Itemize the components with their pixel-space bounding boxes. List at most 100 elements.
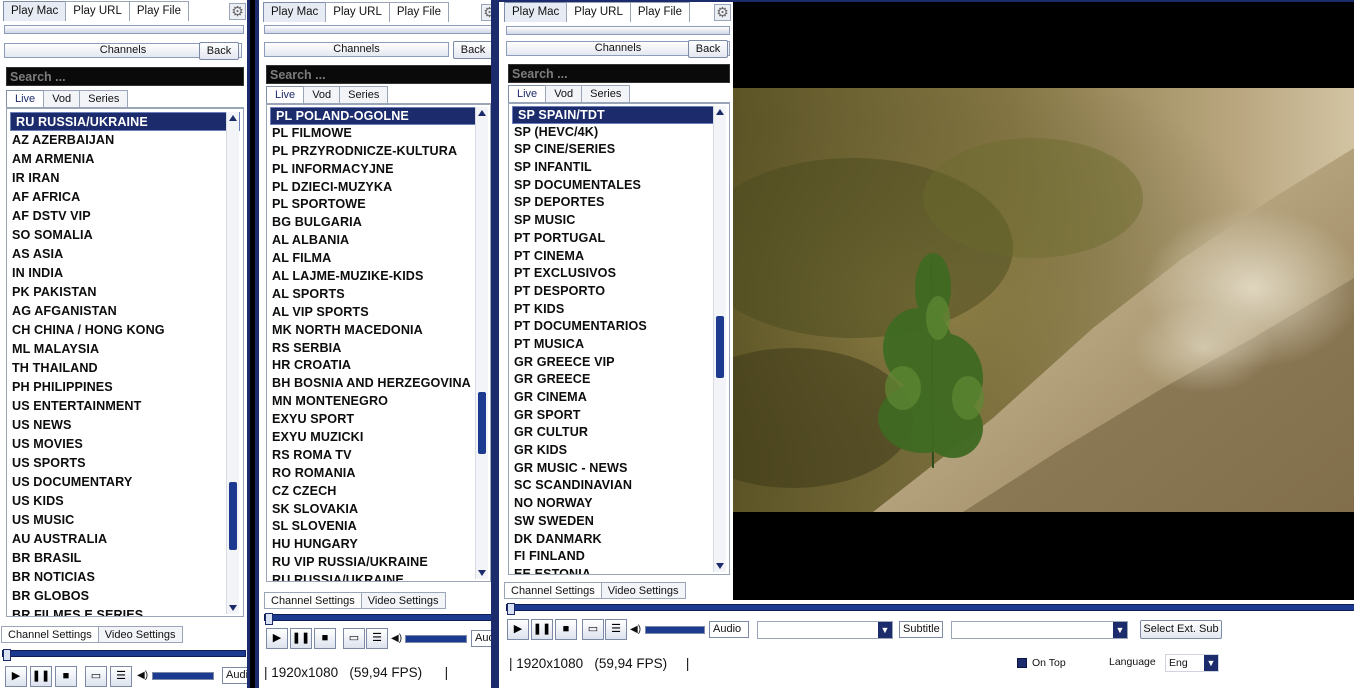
- list-item[interactable]: PT DOCUMENTARIOS: [509, 318, 729, 336]
- pause-icon[interactable]: ❚❚: [30, 666, 52, 687]
- list-item[interactable]: PL DZIECI-MUZYKA: [267, 179, 490, 197]
- channels-button[interactable]: Channels: [264, 42, 449, 57]
- scroll-down-icon[interactable]: [478, 570, 486, 576]
- scroll-thumb[interactable]: [229, 482, 237, 550]
- tab-video-settings[interactable]: Video Settings: [97, 626, 183, 643]
- scroll-down-icon[interactable]: [229, 605, 237, 611]
- scroll-thumb[interactable]: [478, 392, 486, 454]
- list-item[interactable]: GR KIDS: [509, 442, 729, 460]
- screen-icon[interactable]: ▭: [85, 666, 107, 687]
- list-item[interactable]: GR MUSIC - NEWS: [509, 460, 729, 478]
- tab-play-url[interactable]: Play URL: [566, 2, 631, 22]
- list-item[interactable]: RU RUSSIA/UKRAINE: [267, 572, 490, 581]
- tab-play-mac[interactable]: Play Mac: [3, 1, 67, 21]
- list-item[interactable]: HU HUNGARY: [267, 536, 490, 554]
- list-item[interactable]: RU VIP RUSSIA/UKRAINE: [267, 554, 490, 572]
- list-item[interactable]: AF DSTV VIP: [7, 207, 243, 226]
- tab-live[interactable]: Live: [266, 86, 305, 103]
- list-item-selected[interactable]: RU RUSSIA/UKRAINE: [10, 112, 240, 131]
- list-item[interactable]: PT KIDS: [509, 301, 729, 319]
- play-icon[interactable]: ▶: [266, 628, 288, 649]
- list-item[interactable]: RO ROMANIA: [267, 465, 490, 483]
- list-item[interactable]: BH BOSNIA AND HERZEGOVINA: [267, 375, 490, 393]
- list-item[interactable]: NO NORWAY: [509, 495, 729, 513]
- seek-bar[interactable]: [506, 603, 1354, 615]
- scroll-down-icon[interactable]: [716, 563, 724, 569]
- list-item[interactable]: SL SLOVENIA: [267, 518, 490, 536]
- seek-bar[interactable]: [264, 613, 491, 625]
- gear-icon[interactable]: ⚙: [229, 3, 246, 20]
- tab-play-url[interactable]: Play URL: [325, 2, 390, 22]
- scroll-up-icon[interactable]: [716, 109, 724, 115]
- list-item[interactable]: GR SPORT: [509, 407, 729, 425]
- tab-play-url[interactable]: Play URL: [65, 1, 130, 21]
- list-item[interactable]: RS ROMA TV: [267, 447, 490, 465]
- tab-live[interactable]: Live: [6, 90, 45, 107]
- list-item[interactable]: BR NOTICIAS: [7, 568, 243, 587]
- list-item[interactable]: PH PHILIPPINES: [7, 378, 243, 397]
- screen-icon[interactable]: ▭: [582, 619, 604, 640]
- stop-icon[interactable]: ■: [55, 666, 77, 687]
- back-button[interactable]: Back: [199, 42, 239, 60]
- list-item[interactable]: MK NORTH MACEDONIA: [267, 322, 490, 340]
- list-item[interactable]: PT MUSICA: [509, 336, 729, 354]
- list-item[interactable]: IN INDIA: [7, 264, 243, 283]
- channel-list-scrollbar[interactable]: [475, 107, 488, 579]
- list-item[interactable]: GR GREECE: [509, 371, 729, 389]
- list-item[interactable]: SP DOCUMENTALES: [509, 177, 729, 195]
- list-item[interactable]: SP DEPORTES: [509, 194, 729, 212]
- pause-icon[interactable]: ❚❚: [290, 628, 312, 649]
- volume-slider[interactable]: [645, 626, 705, 634]
- list-item[interactable]: PT PORTUGAL: [509, 230, 729, 248]
- list-item[interactable]: BG BULGARIA: [267, 214, 490, 232]
- channel-list-scrollbar[interactable]: [713, 106, 726, 572]
- list-item-selected[interactable]: SP SPAIN/TDT: [512, 106, 726, 124]
- list-item[interactable]: SC SCANDINAVIAN: [509, 477, 729, 495]
- list-item[interactable]: PL INFORMACYJNE: [267, 161, 490, 179]
- list-item[interactable]: US MOVIES: [7, 435, 243, 454]
- list-item-selected[interactable]: PL POLAND-OGOLNE: [270, 107, 487, 125]
- list-item[interactable]: PL PRZYRODNICZE-KULTURA: [267, 143, 490, 161]
- list-item[interactable]: SP MUSIC: [509, 212, 729, 230]
- list-item[interactable]: AF AFRICA: [7, 188, 243, 207]
- back-button[interactable]: Back: [688, 40, 728, 58]
- tab-play-file[interactable]: Play File: [629, 2, 690, 22]
- list-item[interactable]: SP (HEVC/4K): [509, 124, 729, 142]
- list-item[interactable]: PL SPORTOWE: [267, 196, 490, 214]
- list-item[interactable]: AS ASIA: [7, 245, 243, 264]
- tab-live[interactable]: Live: [508, 85, 547, 102]
- list-item[interactable]: AL ALBANIA: [267, 232, 490, 250]
- list-item[interactable]: GR CINEMA: [509, 389, 729, 407]
- list-item[interactable]: PT EXCLUSIVOS: [509, 265, 729, 283]
- list-item[interactable]: AZ AZERBAIJAN: [7, 131, 243, 150]
- tab-channel-settings[interactable]: Channel Settings: [264, 592, 362, 609]
- list-item[interactable]: PK PAKISTAN: [7, 283, 243, 302]
- tab-series[interactable]: Series: [79, 90, 129, 107]
- subtitle-select[interactable]: ▼: [951, 621, 1128, 639]
- tab-channel-settings[interactable]: Channel Settings: [504, 582, 602, 599]
- list-item[interactable]: AM ARMENIA: [7, 150, 243, 169]
- list-item[interactable]: EXYU SPORT: [267, 411, 490, 429]
- tab-vod[interactable]: Vod: [545, 85, 583, 102]
- back-button[interactable]: Back: [453, 41, 491, 59]
- volume-slider[interactable]: [405, 635, 467, 643]
- list-item[interactable]: PL FILMOWE: [267, 125, 490, 143]
- on-top-checkbox[interactable]: [1017, 658, 1027, 668]
- scroll-up-icon[interactable]: [478, 110, 486, 116]
- list-item[interactable]: MN MONTENEGRO: [267, 393, 490, 411]
- list-item[interactable]: FI FINLAND: [509, 548, 729, 566]
- list-item[interactable]: BR BRASIL: [7, 549, 243, 568]
- list-item[interactable]: AL LAJME-MUZIKE-KIDS: [267, 268, 490, 286]
- tab-play-mac[interactable]: Play Mac: [504, 2, 568, 22]
- list-item[interactable]: RS SERBIA: [267, 340, 490, 358]
- tab-video-settings[interactable]: Video Settings: [600, 582, 686, 599]
- tab-series[interactable]: Series: [581, 85, 631, 102]
- list-item[interactable]: TH THAILAND: [7, 359, 243, 378]
- tab-vod[interactable]: Vod: [43, 90, 81, 107]
- video-frame[interactable]: [733, 88, 1354, 512]
- list-item[interactable]: SW SWEDEN: [509, 513, 729, 531]
- list-item[interactable]: SO SOMALIA: [7, 226, 243, 245]
- list-item[interactable]: SP INFANTIL: [509, 159, 729, 177]
- list-item[interactable]: BR FILMES E SERIES: [7, 606, 243, 616]
- search-input[interactable]: Search ...: [508, 64, 730, 83]
